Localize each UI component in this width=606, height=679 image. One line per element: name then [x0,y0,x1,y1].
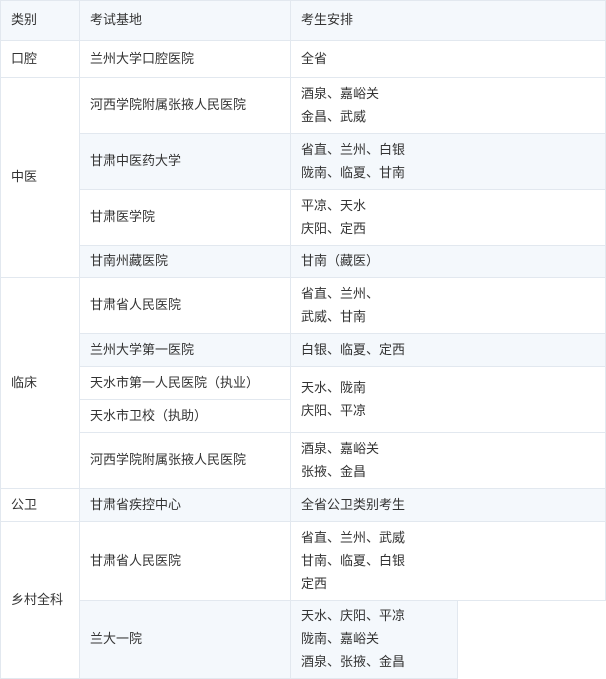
exam-base-cell: 兰大一院 [79,600,291,679]
header-exam-base: 考试基地 [79,0,291,41]
arrangement-cell: 天水、陇南 庆阳、平凉 [290,366,606,433]
arrangement-cell: 甘南（藏医） [290,245,606,278]
exam-base-cell: 甘肃省疾控中心 [79,488,291,522]
exam-base-cell: 天水市卫校（执助） [79,399,291,433]
arrangement-cell: 酒泉、嘉峪关 张掖、金昌 [290,432,606,489]
arrangement-cell: 全省 [290,40,606,78]
arrangement-cell: 酒泉、嘉峪关 金昌、武威 [290,77,606,134]
arrangement-cell: 省直、兰州、武威 甘南、临夏、白银 定西 [290,521,606,601]
header-arrangement: 考生安排 [290,0,606,41]
category-cell: 临床 [0,277,80,489]
arrangement-cell: 省直、兰州、 武威、甘南 [290,277,606,334]
exam-base-cell: 甘肃省人民医院 [79,521,291,601]
exam-base-cell: 甘肃中医药大学 [79,133,291,190]
arrangement-cell: 省直、兰州、白银 陇南、临夏、甘南 [290,133,606,190]
exam-base-cell: 兰州大学口腔医院 [79,40,291,78]
exam-base-cell: 甘肃省人民医院 [79,277,291,334]
category-cell: 乡村全科 [0,521,80,679]
category-cell: 公卫 [0,488,80,522]
arrangement-cell: 平凉、天水 庆阳、定西 [290,189,606,246]
arrangement-cell: 全省公卫类别考生 [290,488,606,522]
arrangement-cell: 白银、临夏、定西 [290,333,606,367]
exam-base-cell: 甘肃医学院 [79,189,291,246]
arrangement-cell: 天水、庆阳、平凉 陇南、嘉峪关 酒泉、张掖、金昌 [290,600,458,679]
category-cell: 口腔 [0,40,80,78]
exam-base-cell: 兰州大学第一医院 [79,333,291,367]
header-category: 类别 [0,0,80,41]
exam-base-cell: 河西学院附属张掖人民医院 [79,77,291,134]
exam-base-cell: 河西学院附属张掖人民医院 [79,432,291,489]
exam-base-cell: 甘南州藏医院 [79,245,291,278]
category-cell: 中医 [0,77,80,278]
exam-base-cell: 天水市第一人民医院（执业） [79,366,291,400]
